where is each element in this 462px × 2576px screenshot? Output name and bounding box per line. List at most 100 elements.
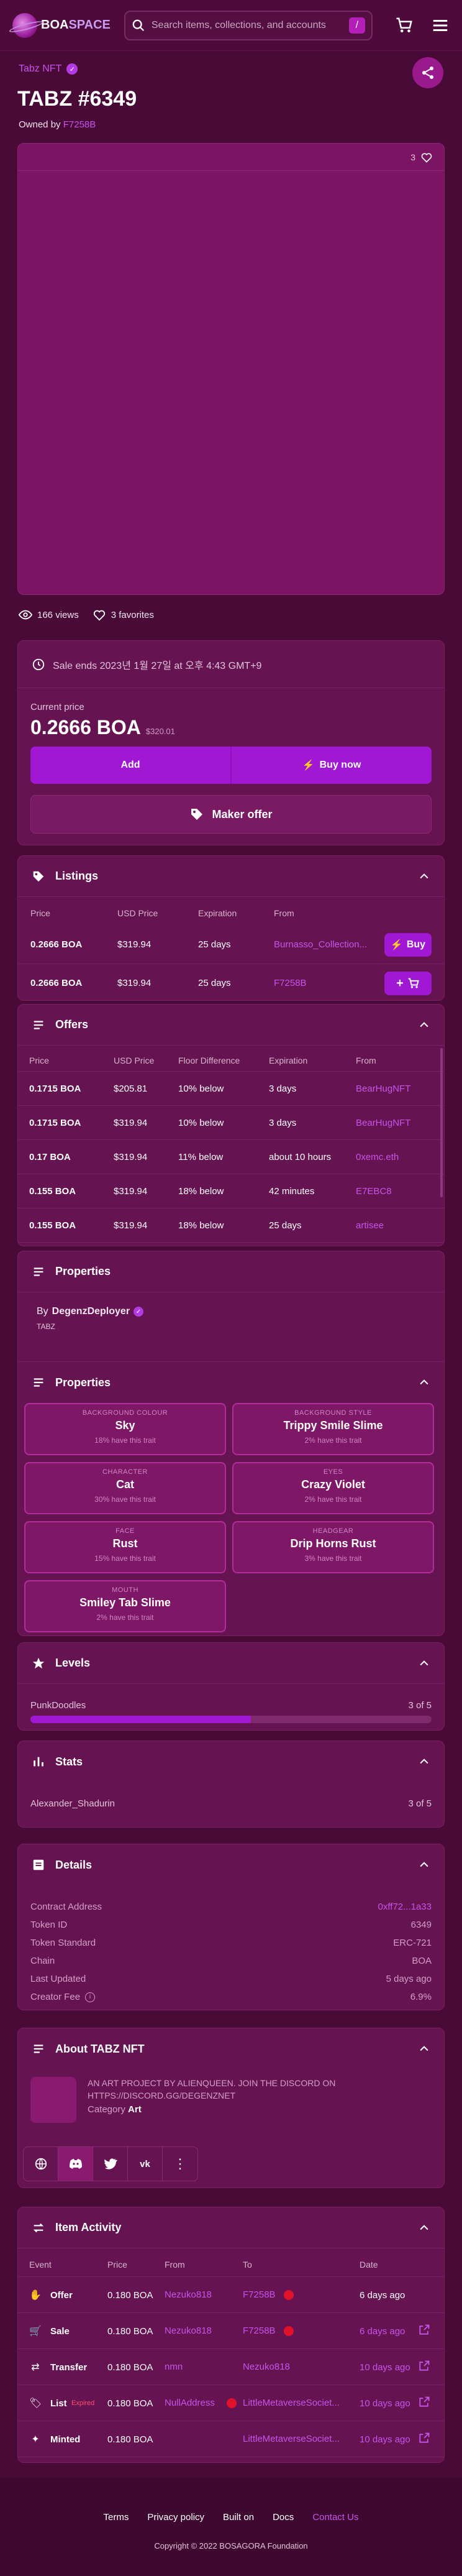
creator-sub: TABZ (37, 1322, 55, 1331)
chevron-up-icon[interactable] (418, 1376, 430, 1389)
site-logo[interactable]: BOASPACE (12, 12, 111, 38)
offer-from[interactable]: BearHugNFT (356, 1118, 410, 1128)
trait-card[interactable]: BACKGROUND STYLE Trippy Smile Slime 2% hav… (232, 1403, 434, 1455)
detail-value[interactable]: 0xff72...1a33 (378, 1902, 432, 1912)
tag-icon (33, 871, 44, 881)
heart-icon[interactable] (420, 151, 433, 163)
activity-to[interactable]: Nezuko818 (243, 2362, 290, 2372)
details-header[interactable]: Details (18, 1844, 444, 1885)
cart-icon[interactable] (395, 16, 414, 35)
level-progress-bar (30, 1716, 432, 1723)
chevron-up-icon[interactable] (418, 870, 430, 883)
add-to-cart-button[interactable]: Add (30, 747, 230, 784)
owner-link[interactable]: F7258B (63, 119, 96, 130)
bar-chart-icon (34, 1757, 43, 1767)
external-link-icon[interactable] (418, 2360, 430, 2372)
add-to-cart-button[interactable]: + (384, 972, 432, 995)
detail-row: Token Standard ERC-721 (30, 1934, 432, 1952)
properties-header[interactable]: Properties (18, 1251, 444, 1292)
activity-to[interactable]: F7258B (243, 2289, 276, 2300)
buy-now-button[interactable]: ⚡ Buy now (230, 747, 432, 784)
offer-from[interactable]: BearHugNFT (356, 1083, 410, 1094)
listing-from[interactable]: F7258B (274, 978, 307, 988)
activity-to[interactable]: LittleMetaverseSociet... (243, 2398, 340, 2408)
chevron-up-icon[interactable] (418, 2043, 430, 2055)
hand-icon: ✋ (29, 2290, 42, 2301)
footer-link-contact-us[interactable]: Contact Us (312, 2512, 358, 2523)
info-icon[interactable]: i (85, 1992, 96, 2002)
current-price-label: Current price (30, 702, 84, 712)
activity-from[interactable]: nmn (165, 2362, 183, 2372)
offer-from[interactable]: artisee (356, 1220, 384, 1231)
activity-price: 0.180 BOA (107, 2326, 153, 2337)
buy-button[interactable]: ⚡ Buy (384, 933, 432, 957)
detail-key: Last Updated (30, 1974, 86, 1984)
trait-card[interactable]: HEADGEAR Drip Horns Rust 3% have this trai… (232, 1521, 434, 1573)
chevron-up-icon[interactable] (418, 1755, 430, 1768)
website-button[interactable] (24, 2147, 58, 2181)
activity-to[interactable]: F7258B (243, 2325, 276, 2336)
listing-usd: $319.94 (117, 939, 152, 950)
expired-badge: Expired (71, 2399, 95, 2407)
chevron-up-icon[interactable] (418, 2222, 430, 2234)
collection-name[interactable]: Tabz NFT (19, 63, 61, 75)
listing-exp: 25 days (198, 939, 231, 950)
chevron-up-icon[interactable] (418, 1019, 430, 1031)
detail-value: ERC-721 (393, 1938, 432, 1948)
external-link-icon[interactable] (418, 2396, 430, 2408)
trait-card[interactable]: EYES Crazy Violet 2% have this trait (232, 1462, 434, 1514)
collection-link[interactable]: Tabz NFT ✓ (19, 63, 78, 75)
about-text: AN ART PROJECT BY ALIENQUEEN. JOIN THE D… (88, 2078, 336, 2100)
twitter-icon (104, 2158, 117, 2169)
menu-icon[interactable] (431, 16, 450, 35)
activity-from[interactable]: Nezuko818 (165, 2289, 212, 2300)
trait-type: CHARACTER (102, 1468, 148, 1476)
creator-name[interactable]: DegenzDeployer (52, 1306, 130, 1317)
more-button[interactable]: ⋮ (163, 2147, 197, 2181)
nft-image[interactable]: 3 (17, 143, 445, 595)
chevron-up-icon[interactable] (418, 1657, 430, 1670)
activity-header[interactable]: Item Activity (18, 2207, 444, 2248)
levels-header[interactable]: Levels (18, 1643, 444, 1684)
details-title: Details (55, 1858, 93, 1871)
external-link-icon[interactable] (418, 2432, 430, 2444)
activity-from[interactable]: Nezuko818 (165, 2325, 212, 2336)
twitter-button[interactable] (93, 2147, 128, 2181)
footer-link-docs[interactable]: Docs (273, 2512, 294, 2523)
trait-card[interactable]: BACKGROUND COLOUR Sky 18% have this trait (24, 1403, 226, 1455)
trait-value: Rust (112, 1537, 138, 1550)
about-header[interactable]: About TABZ NFT (18, 2028, 444, 2069)
make-offer-button[interactable]: Maker offer (30, 795, 432, 834)
listings-header[interactable]: Listings (18, 856, 444, 897)
offer-from[interactable]: 0xemc.eth (356, 1152, 399, 1162)
trait-type: FACE (116, 1527, 135, 1535)
offers-header[interactable]: Offers (18, 1005, 444, 1046)
offer-from[interactable]: E7EBC8 (356, 1186, 392, 1197)
external-link-icon[interactable] (418, 2324, 430, 2336)
search-input[interactable]: Search items, collections, and accounts … (124, 10, 373, 40)
properties-inner-header[interactable]: Properties (18, 1362, 444, 1403)
trait-card[interactable]: FACE Rust 15% have this trait (24, 1521, 226, 1573)
activity-event: Sale (50, 2326, 70, 2337)
footer-link-privacy-policy[interactable]: Privacy policy (147, 2512, 204, 2523)
scrollbar[interactable] (440, 1048, 443, 1197)
activity-to[interactable]: LittleMetaverseSociet... (243, 2434, 340, 2444)
col-event: Event (29, 2260, 52, 2270)
share-button[interactable] (412, 57, 443, 88)
listing-from[interactable]: Burnasso_Collection... (274, 939, 367, 950)
footer-link-built-on[interactable]: Built on (223, 2512, 254, 2523)
offer-floor-diff: 18% below (178, 1186, 224, 1197)
buy-now-label: Buy now (319, 760, 361, 770)
discord-button[interactable] (58, 2147, 93, 2181)
detail-value: 6.9% (410, 1992, 432, 2002)
trait-card[interactable]: CHARACTER Cat 30% have this trait (24, 1462, 226, 1514)
activity-date: 10 days ago (360, 2398, 410, 2409)
stats-header[interactable]: Stats (18, 1741, 444, 1782)
chevron-up-icon[interactable] (418, 1859, 430, 1871)
footer-link-terms[interactable]: Terms (104, 2512, 129, 2523)
list-icon (34, 1378, 43, 1387)
globe-icon (35, 2158, 47, 2170)
activity-from[interactable]: NullAddress (165, 2398, 215, 2408)
vk-button[interactable]: vk (128, 2147, 163, 2181)
trait-card[interactable]: MOUTH Smiley Tab Slime 2% have this trait (24, 1580, 226, 1632)
